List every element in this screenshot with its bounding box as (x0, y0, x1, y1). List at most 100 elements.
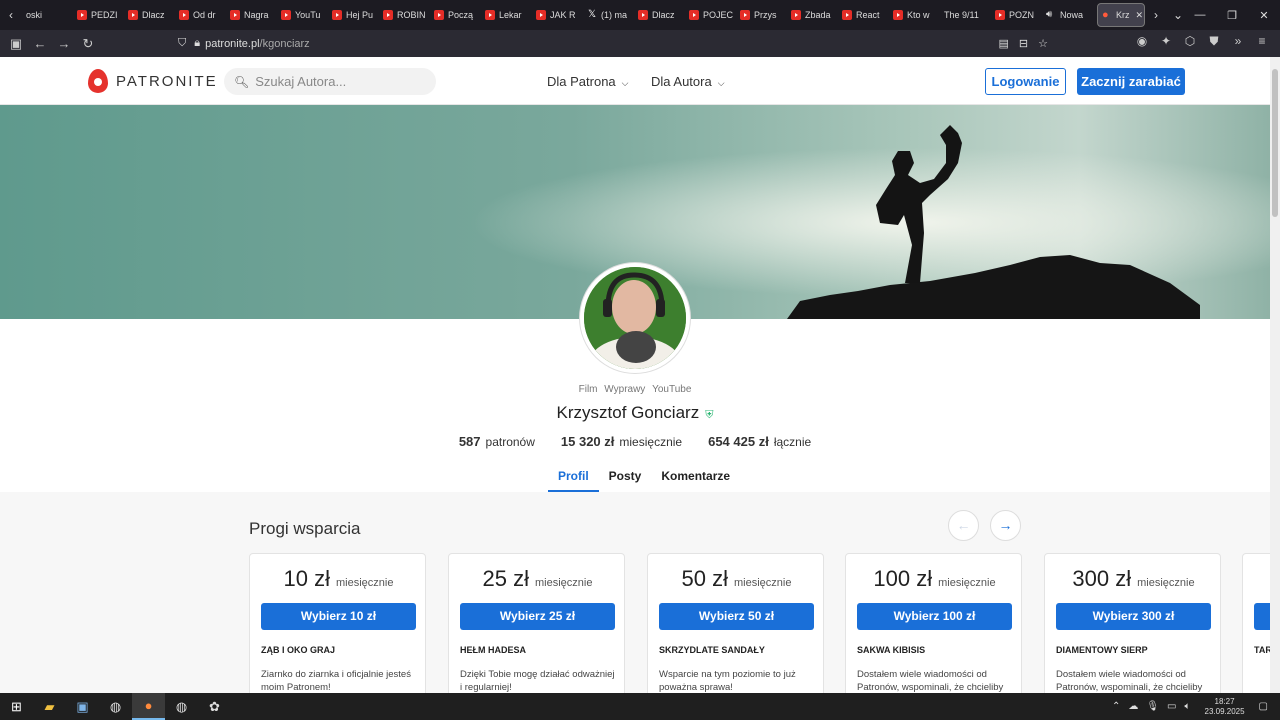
app-menu-icon[interactable]: ≡ (1250, 34, 1274, 49)
tab-comments[interactable]: Komentarze (651, 467, 740, 492)
browser-tab[interactable]: ROBIN (379, 3, 430, 27)
file-explorer-icon[interactable]: ▰ (33, 693, 66, 720)
browser-tab[interactable]: JAK R (532, 3, 583, 27)
browser-tab[interactable]: PEDZI (73, 3, 124, 27)
category-tags: Film Wyprawy YouTube (0, 384, 1270, 395)
firefox-icon[interactable]: ● (132, 693, 165, 720)
fox-extension-icon[interactable]: ✦ (1154, 34, 1178, 49)
steam-icon[interactable]: ◍ (99, 693, 132, 720)
carousel-next-button[interactable]: → (990, 510, 1021, 541)
tier-amount: 10 zł (283, 566, 330, 591)
clock[interactable]: 18:27 23.09.2025 (1205, 697, 1245, 717)
browser-tab[interactable]: Kto w (889, 3, 940, 27)
overflow-menu-icon[interactable]: » (1226, 34, 1250, 49)
browser-tab-label: Przys (754, 10, 777, 20)
volume-icon[interactable]: 🔈︎ (1185, 701, 1191, 712)
category-tag[interactable]: Wyprawy (604, 384, 645, 395)
tier-amount: 100 zł (873, 566, 933, 591)
network-icon[interactable]: ▭ (1167, 701, 1176, 712)
tabs-scroll-left-icon[interactable]: ‹ (0, 8, 22, 22)
browser-tab[interactable]: Przys (736, 3, 787, 27)
steam-alt-icon[interactable]: ◍ (165, 693, 198, 720)
youtube-icon (536, 10, 546, 20)
verified-shield-icon: ⛨ (705, 409, 714, 421)
minimize-icon[interactable]: — (1184, 9, 1216, 21)
ublock-icon[interactable]: ⛊ (1202, 34, 1226, 49)
tier-price: 50 zł miesięcznie (648, 566, 825, 592)
tier-description: Dostałem wiele wiadomości od Patronów, w… (1056, 669, 1203, 693)
category-tag[interactable]: Film (579, 384, 598, 395)
menu-for-author[interactable]: Dla Autora ⌵ (651, 74, 725, 89)
tray-chevron-icon[interactable]: ⌃ (1112, 701, 1120, 712)
start-earning-button[interactable]: Zacznij zarabiać (1077, 68, 1185, 95)
browser-tab[interactable]: Zbada (787, 3, 838, 27)
tabs-scroll-right-icon[interactable]: › (1145, 8, 1167, 22)
browser-tab[interactable]: 🔊︎ Nowa (1042, 3, 1093, 27)
browser-tab-label: ROBIN (397, 10, 426, 20)
browser-tab[interactable]: oski (22, 3, 73, 27)
browser-tab[interactable]: Hej Pu (328, 3, 379, 27)
scrollbar-thumb[interactable] (1272, 69, 1278, 217)
windows-start-icon[interactable]: ⊞ (0, 693, 33, 720)
bookmark-star-icon[interactable]: ☆ (1038, 37, 1048, 50)
browser-tab[interactable]: Począ (430, 3, 481, 27)
browser-tab[interactable]: Nagra (226, 3, 277, 27)
author-stats: 587 patronów 15 320 zł miesięcznie 654 425… (0, 434, 1270, 449)
back-icon[interactable]: ← (28, 36, 52, 51)
browser-tab-label: Zbada (805, 10, 831, 20)
reload-icon[interactable]: ↻ (76, 36, 100, 52)
browser-tab[interactable]: POZN (991, 3, 1042, 27)
choose-tier-button[interactable]: Wybierz 50 zł (659, 603, 814, 630)
onedrive-icon[interactable]: ☁ (1128, 701, 1138, 712)
author-name: Krzysztof Gonciarz (556, 403, 700, 422)
sidebar-toggle-icon[interactable]: ▣ (4, 36, 28, 52)
vpn-extension-icon[interactable]: ◉ (1130, 34, 1154, 49)
author-search-input[interactable]: 🔍︎ Szukaj Autora... (224, 68, 436, 95)
browser-tab[interactable]: YouTu (277, 3, 328, 27)
reader-view-icon[interactable]: ▤ (999, 37, 1009, 50)
choose-tier-button[interactable]: Wybierz 300 zł (1056, 603, 1211, 630)
browser-tab[interactable]: Od dr (175, 3, 226, 27)
site-info-icon[interactable]: ⛉ (178, 37, 186, 50)
lock-icon: 🔒︎ (194, 37, 201, 49)
browser-tab[interactable]: Dlacz (124, 3, 175, 27)
choose-tier-button[interactable] (1254, 603, 1270, 630)
browser-tab[interactable]: POJEC (685, 3, 736, 27)
microphone-icon[interactable]: 🎙︎ (1146, 701, 1159, 712)
menu-for-patron[interactable]: Dla Patrona ⌵ (547, 74, 628, 89)
author-avatar (580, 263, 690, 373)
browser-tab[interactable]: Dlacz (634, 3, 685, 27)
browser-tab[interactable]: ● Krz ✕ (1097, 3, 1145, 27)
app-icon[interactable]: ✿ (198, 693, 231, 720)
logo-text: PATRONITE (116, 72, 218, 90)
category-tag[interactable]: YouTube (652, 384, 691, 395)
tab-posts[interactable]: Posty (599, 467, 652, 492)
youtube-icon (791, 10, 801, 20)
close-window-icon[interactable]: ✕ (1248, 9, 1280, 22)
browser-tab[interactable]: The 9/11 (940, 3, 991, 27)
tier-amount: 50 zł (681, 566, 728, 591)
youtube-icon (332, 10, 342, 20)
notifications-icon[interactable]: ▢ (1259, 701, 1268, 712)
tier-price: 300 zł miesięcznie (1045, 566, 1222, 592)
browser-tab[interactable]: Lekar (481, 3, 532, 27)
choose-tier-button[interactable]: Wybierz 25 zł (460, 603, 615, 630)
choose-tier-button[interactable]: Wybierz 10 zł (261, 603, 416, 630)
clock-time: 18:27 (1214, 696, 1235, 706)
page-scrollbar[interactable] (1270, 57, 1280, 693)
browser-tab[interactable]: 𝕏 (1) ma (583, 3, 634, 27)
tab-profile[interactable]: Profil (548, 467, 599, 492)
close-tab-icon[interactable]: ✕ (1136, 10, 1144, 21)
restore-icon[interactable]: ❐ (1216, 9, 1248, 22)
login-button[interactable]: Logowanie (985, 68, 1066, 95)
browser-tab[interactable]: React (838, 3, 889, 27)
chevron-down-icon: ⌵ (717, 78, 725, 88)
forward-icon[interactable]: → (52, 36, 76, 51)
pocket-icon[interactable]: ⊟ (1019, 37, 1028, 50)
choose-tier-button[interactable]: Wybierz 100 zł (857, 603, 1012, 630)
carousel-prev-button[interactable]: ← (948, 510, 979, 541)
extensions-icon[interactable]: ⬡ (1178, 34, 1202, 49)
patronite-logo[interactable]: PATRONITE (88, 69, 218, 93)
remote-desktop-icon[interactable]: ▣ (66, 693, 99, 720)
url-bar[interactable]: ⛉ 🔒︎ patronite.pl/kgonciarz ▤ ⊟ ☆ (178, 32, 1048, 55)
